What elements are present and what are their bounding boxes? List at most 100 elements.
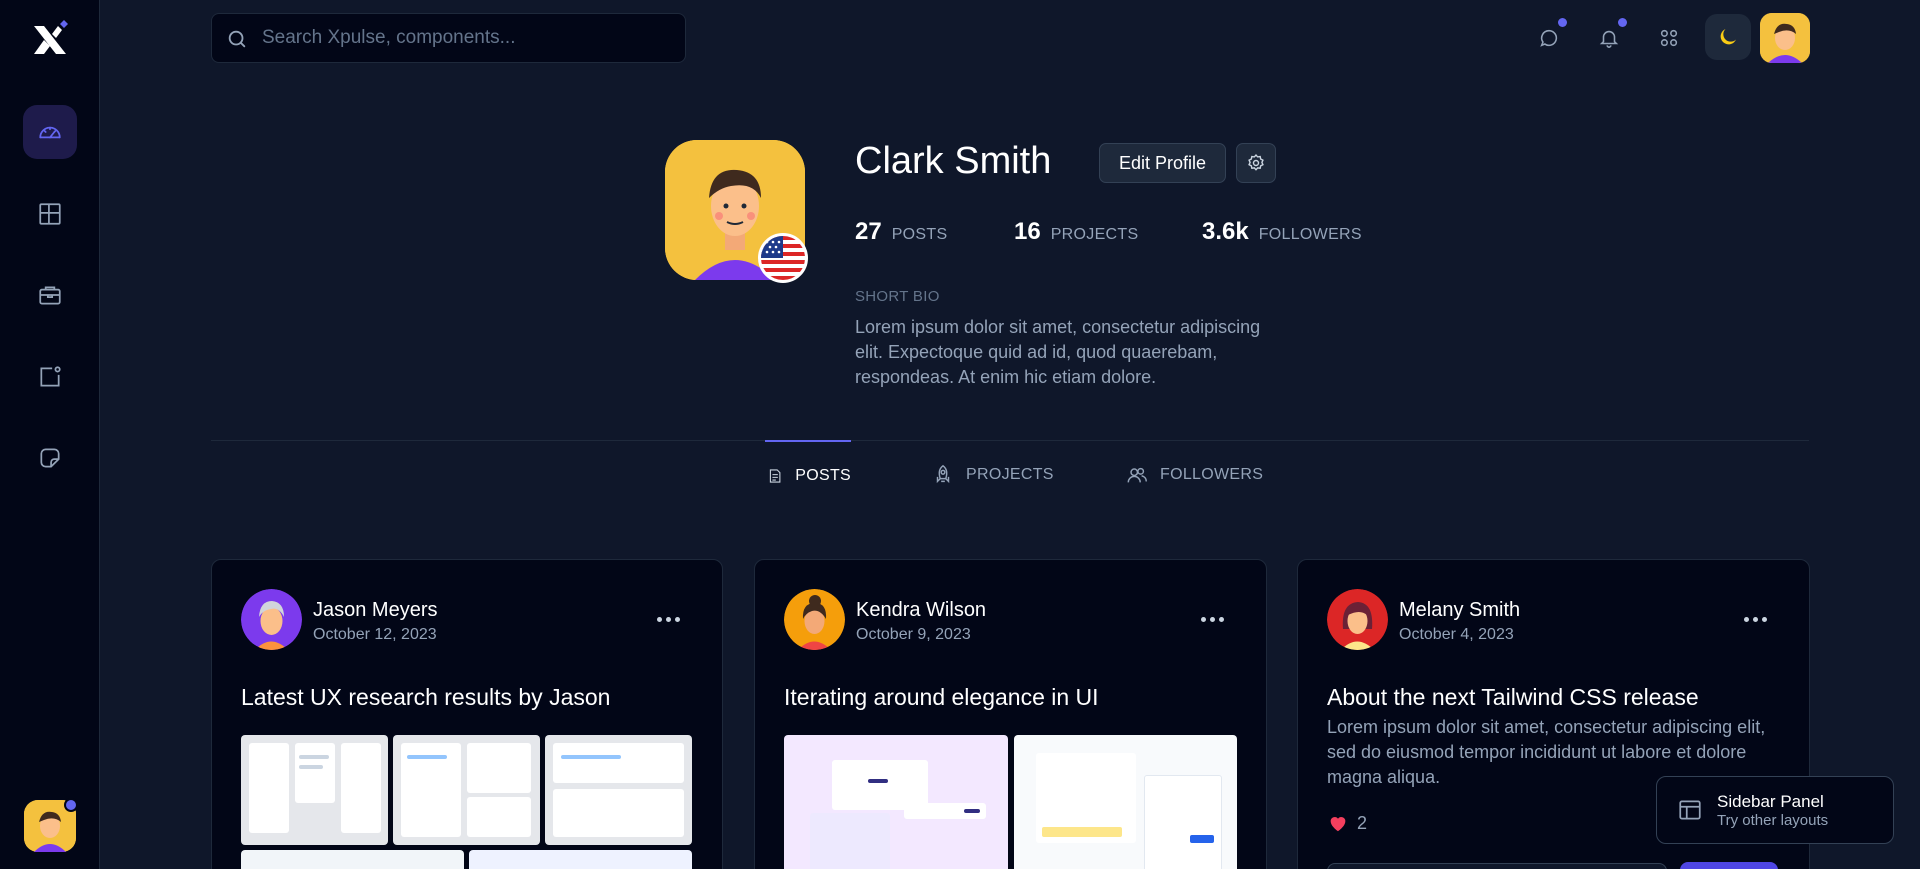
stat-value: 27 bbox=[855, 218, 882, 245]
post-image[interactable] bbox=[784, 735, 1008, 869]
dot bbox=[1761, 616, 1767, 622]
avatar-illustration bbox=[241, 589, 302, 650]
stat-label: POSTS bbox=[891, 226, 948, 243]
bio-text: Lorem ipsum dolor sit amet, consectetur … bbox=[855, 317, 1261, 387]
profile-name: Clark Smith bbox=[855, 140, 1052, 182]
messages-button[interactable] bbox=[1531, 18, 1567, 56]
xpulse-logo[interactable] bbox=[30, 20, 70, 60]
post-date: October 4, 2023 bbox=[1399, 626, 1514, 643]
search-icon bbox=[228, 30, 246, 48]
theme-toggle[interactable] bbox=[1705, 14, 1751, 60]
dot bbox=[1200, 616, 1206, 622]
stat-label: PROJECTS bbox=[1050, 226, 1139, 243]
post-title[interactable]: About the next Tailwind CSS release bbox=[1327, 684, 1699, 711]
post-card[interactable]: Jason Meyers October 12, 2023 Latest UX … bbox=[211, 559, 723, 869]
comment-submit-button[interactable] bbox=[1680, 862, 1778, 869]
post-date: October 12, 2023 bbox=[313, 626, 437, 643]
users-icon bbox=[1127, 467, 1147, 483]
avatar-illustration bbox=[1327, 589, 1388, 650]
avatar-illustration bbox=[1760, 13, 1810, 63]
chat-icon bbox=[1540, 29, 1558, 47]
bell-icon bbox=[1599, 30, 1619, 48]
edit-profile-button[interactable]: Edit Profile bbox=[1099, 143, 1226, 183]
panel-text: Sidebar Panel Try other layouts bbox=[1717, 792, 1828, 829]
post-image[interactable] bbox=[1014, 735, 1237, 869]
dot bbox=[665, 616, 671, 622]
comment-input[interactable] bbox=[1327, 863, 1667, 869]
bio-label: SHORT BIO bbox=[855, 288, 940, 305]
notification-dot bbox=[1618, 18, 1627, 27]
tab-label: PROJECTS bbox=[966, 466, 1054, 483]
stat-value: 3.6k bbox=[1202, 218, 1249, 245]
stat-followers: 3.6k FOLLOWERS bbox=[1202, 218, 1362, 246]
dot bbox=[656, 616, 662, 622]
apps-grid-icon bbox=[1660, 29, 1678, 47]
stat-value: 16 bbox=[1014, 218, 1041, 245]
sidebar-item-components[interactable] bbox=[23, 431, 77, 485]
post-date: October 9, 2023 bbox=[856, 626, 971, 643]
panel-title: Sidebar Panel bbox=[1717, 791, 1824, 811]
post-author[interactable]: Jason Meyers bbox=[313, 599, 438, 622]
us-flag-icon bbox=[758, 233, 808, 283]
post-image[interactable] bbox=[241, 850, 464, 869]
dot bbox=[1209, 616, 1215, 622]
user-avatar[interactable] bbox=[24, 798, 78, 852]
status-dot bbox=[64, 798, 78, 812]
tab-projects[interactable]: PROJECTS bbox=[932, 440, 1054, 510]
panel-subtitle: Try other layouts bbox=[1717, 811, 1829, 829]
apps-button[interactable] bbox=[1651, 20, 1687, 56]
post-image[interactable] bbox=[469, 850, 692, 869]
post-image[interactable] bbox=[545, 735, 692, 845]
sidebar bbox=[0, 0, 100, 869]
author-avatar[interactable] bbox=[1327, 589, 1388, 650]
author-avatar[interactable] bbox=[784, 589, 845, 650]
like-count: 2 bbox=[1357, 812, 1368, 833]
gear-icon bbox=[1248, 154, 1264, 171]
notification-dot bbox=[1558, 18, 1567, 27]
stat-label: FOLLOWERS bbox=[1258, 226, 1362, 243]
dot bbox=[674, 616, 680, 622]
sticker-icon bbox=[40, 448, 60, 468]
stat-posts: 27 POSTS bbox=[855, 218, 947, 246]
dot bbox=[1752, 616, 1758, 622]
document-icon bbox=[769, 469, 781, 483]
sidebar-item-forms[interactable] bbox=[23, 350, 77, 404]
tab-label: POSTS bbox=[795, 467, 851, 484]
post-image[interactable] bbox=[241, 735, 388, 845]
sidebar-item-business[interactable] bbox=[23, 268, 77, 322]
dot bbox=[1218, 616, 1224, 622]
square-dot-icon bbox=[40, 366, 61, 387]
sidebar-panel-switcher[interactable]: Sidebar Panel Try other layouts bbox=[1656, 776, 1894, 844]
post-title[interactable]: Latest UX research results by Jason bbox=[241, 684, 610, 711]
gauge-icon bbox=[39, 126, 61, 139]
search-placeholder: Search Xpulse, components... bbox=[262, 27, 516, 48]
profile-settings-button[interactable] bbox=[1236, 143, 1276, 183]
like-button[interactable]: 2 bbox=[1327, 812, 1367, 834]
tab-posts[interactable]: POSTS bbox=[765, 440, 851, 510]
post-author[interactable]: Kendra Wilson bbox=[856, 599, 986, 622]
post-title[interactable]: Iterating around elegance in UI bbox=[784, 684, 1099, 711]
post-menu-button[interactable] bbox=[1741, 607, 1769, 631]
post-menu-button[interactable] bbox=[1198, 607, 1226, 631]
dot bbox=[1743, 616, 1749, 622]
post-author[interactable]: Melany Smith bbox=[1399, 599, 1520, 622]
heart-icon bbox=[1330, 817, 1346, 832]
stat-projects: 16 PROJECTS bbox=[1014, 218, 1138, 246]
moon-icon bbox=[1720, 29, 1736, 45]
avatar-illustration bbox=[784, 589, 845, 650]
header-avatar[interactable] bbox=[1760, 13, 1810, 63]
post-image[interactable] bbox=[393, 735, 540, 845]
post-menu-button[interactable] bbox=[654, 607, 682, 631]
rocket-icon bbox=[936, 464, 950, 484]
layout-icon bbox=[1679, 800, 1701, 820]
tab-label: FOLLOWERS bbox=[1160, 466, 1264, 483]
sidebar-item-dashboard[interactable] bbox=[23, 105, 77, 159]
sidebar-item-layouts[interactable] bbox=[23, 187, 77, 241]
search-bar[interactable]: Search Xpulse, components... bbox=[211, 13, 686, 63]
briefcase-icon bbox=[39, 286, 61, 305]
notifications-button[interactable] bbox=[1591, 18, 1627, 56]
tab-followers[interactable]: FOLLOWERS bbox=[1126, 440, 1263, 510]
post-card[interactable]: Kendra Wilson October 9, 2023 Iterating … bbox=[754, 559, 1267, 869]
grid-icon bbox=[39, 203, 61, 225]
author-avatar[interactable] bbox=[241, 589, 302, 650]
